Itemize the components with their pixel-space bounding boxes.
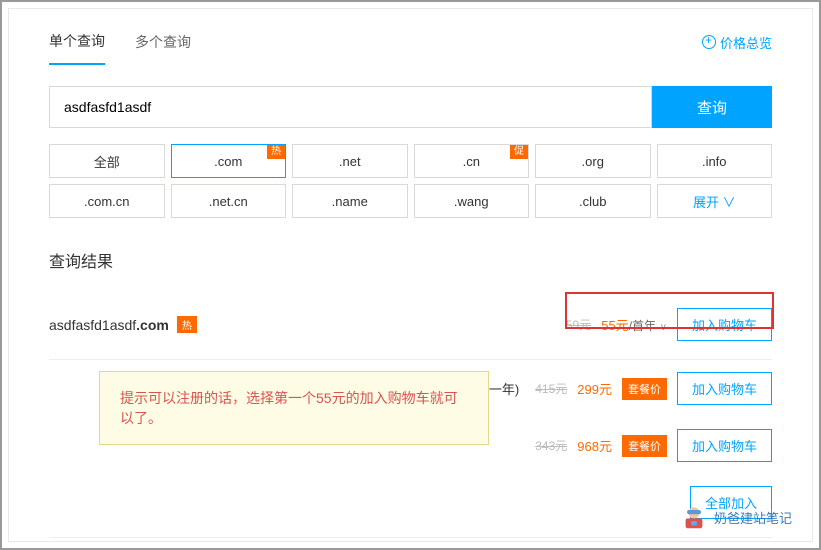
watermark: 奶爸建站笔记 [680, 503, 792, 531]
old-price: 59元 [566, 316, 591, 333]
tab-single-query[interactable]: 单个查询 [49, 19, 105, 65]
tld-all[interactable]: 全部 [49, 144, 165, 178]
annotation-note: 提示可以注册的话，选择第一个55元的加入购物车就可以了。 [99, 371, 489, 445]
combo-badge: 套餐价 [622, 435, 667, 457]
tld-grid: 全部 .com 热 .net .cn 促 .org .info .com.cn … [49, 144, 772, 218]
tld-expand[interactable]: 展开 ∨ [657, 184, 773, 218]
avatar-icon [680, 503, 708, 531]
search-row: 查询 [49, 86, 772, 128]
result-row: asdfasfd1asdf.com 热 59元 55元/首年 ∨ 加入购物车 [49, 290, 772, 360]
chevron-down-icon[interactable]: ∨ [660, 322, 667, 333]
tab-multi-query[interactable]: 多个查询 [135, 20, 191, 64]
old-price: 343元 [535, 437, 567, 454]
tld-name[interactable]: .name [292, 184, 408, 218]
new-price: 299元 [577, 379, 612, 398]
tld-comcn[interactable]: .com.cn [49, 184, 165, 218]
tld-netcn[interactable]: .net.cn [171, 184, 287, 218]
add-to-cart-button[interactable]: 加入购物车 [677, 308, 772, 341]
domain-search-input[interactable] [49, 86, 652, 128]
tld-club[interactable]: .club [535, 184, 651, 218]
tld-net[interactable]: .net [292, 144, 408, 178]
hot-badge-icon: 热 [267, 145, 285, 159]
results-title: 查询结果 [49, 248, 772, 272]
price-overview-link[interactable]: 价格总览 [702, 33, 772, 52]
tld-wang[interactable]: .wang [414, 184, 530, 218]
add-to-cart-button[interactable]: 加入购物车 [677, 372, 772, 405]
promo-badge-icon: 促 [510, 145, 528, 159]
combo-badge: 套餐价 [622, 378, 667, 400]
tld-com[interactable]: .com 热 [171, 144, 287, 178]
hint-text: 同时注册更多后缀，更有利于您的品牌保护 [49, 537, 772, 542]
hot-badge-icon: 热 [177, 316, 197, 333]
new-price: 55元 [601, 318, 628, 333]
tld-org[interactable]: .org [535, 144, 651, 178]
price-overview-label: 价格总览 [720, 33, 772, 52]
old-price: 415元 [535, 380, 567, 397]
tld-info[interactable]: .info [657, 144, 773, 178]
plus-circle-icon [702, 35, 716, 49]
new-price: 968元 [577, 436, 612, 455]
search-button[interactable]: 查询 [652, 86, 772, 128]
watermark-text: 奶爸建站笔记 [714, 508, 792, 527]
result-domain-name: asdfasfd1asdf.com [49, 317, 169, 333]
tld-cn[interactable]: .cn 促 [414, 144, 530, 178]
add-to-cart-button[interactable]: 加入购物车 [677, 429, 772, 462]
search-tabs: 单个查询 多个查询 价格总览 [49, 19, 772, 66]
